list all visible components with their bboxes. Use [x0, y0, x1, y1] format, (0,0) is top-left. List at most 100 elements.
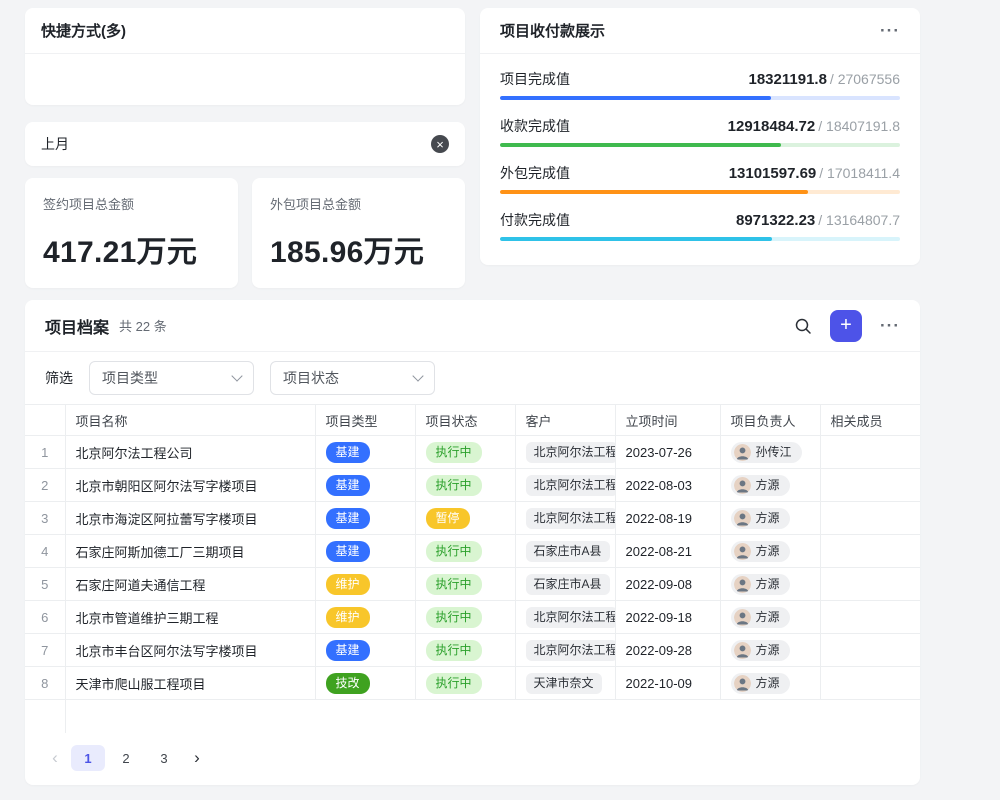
project-status-cell[interactable]: 执行中 — [415, 634, 515, 667]
shortcut-title: 快捷方式(多) — [41, 20, 126, 41]
page-button[interactable]: 2 — [109, 745, 143, 771]
payment-item: 收款完成值 12918484.72/ 18407191.8 — [500, 116, 900, 147]
avatar — [734, 576, 751, 593]
payment-item-label: 外包完成值 — [500, 163, 570, 183]
page-button[interactable]: 1 — [71, 745, 105, 771]
project-type-cell[interactable]: 技改 — [315, 667, 415, 700]
column-header[interactable]: 项目名称 — [65, 405, 315, 436]
customer-cell[interactable]: 北京阿尔法工程 — [515, 436, 615, 469]
start-date-cell[interactable]: 2022-10-09 — [615, 667, 720, 700]
customer-cell[interactable]: 天津市奈文 — [515, 667, 615, 700]
next-page-button[interactable]: › — [185, 745, 209, 771]
project-status-cell[interactable]: 执行中 — [415, 667, 515, 700]
column-header[interactable]: 项目负责人 — [720, 405, 820, 436]
table-row: 8天津市爬山服工程项目技改执行中天津市奈文 2022-10-09方源 — [25, 667, 920, 700]
project-lead-cell[interactable]: 方源 — [720, 667, 820, 700]
empty-cell — [65, 700, 920, 733]
customer-cell[interactable]: 北京阿尔法工程 — [515, 601, 615, 634]
project-type-dropdown[interactable]: 项目类型 — [89, 361, 254, 395]
column-header[interactable]: 客户 — [515, 405, 615, 436]
customer-cell[interactable]: 石家庄市A县 — [515, 535, 615, 568]
project-status-cell[interactable]: 执行中 — [415, 601, 515, 634]
close-icon: × — [436, 138, 444, 151]
project-lead-cell[interactable]: 方源 — [720, 469, 820, 502]
page-button[interactable]: 3 — [147, 745, 181, 771]
project-status-badge: 执行中 — [426, 607, 482, 628]
customer-cell[interactable]: 石家庄市A县 — [515, 568, 615, 601]
start-date-cell[interactable]: 2022-09-18 — [615, 601, 720, 634]
project-status-cell[interactable]: 执行中 — [415, 469, 515, 502]
project-type-badge: 维护 — [326, 607, 370, 628]
start-date-cell[interactable]: 2023-07-26 — [615, 436, 720, 469]
more-icon[interactable]: ··· — [880, 22, 900, 39]
project-status-cell[interactable]: 执行中 — [415, 436, 515, 469]
project-name-cell[interactable]: 北京市管道维护三期工程 — [65, 601, 315, 634]
project-type-cell[interactable]: 维护 — [315, 601, 415, 634]
related-members-cell[interactable] — [820, 601, 920, 634]
related-members-cell[interactable] — [820, 634, 920, 667]
project-lead-cell[interactable]: 孙传江 — [720, 436, 820, 469]
metric-label: 签约项目总金额 — [43, 194, 220, 213]
table-row: 1北京阿尔法工程公司基建执行中北京阿尔法工程2023-07-26孙传江 — [25, 436, 920, 469]
project-lead-cell[interactable]: 方源 — [720, 568, 820, 601]
project-name-cell[interactable]: 石家庄阿斯加德工厂三期项目 — [65, 535, 315, 568]
start-date-cell[interactable]: 2022-09-28 — [615, 634, 720, 667]
project-name-cell[interactable]: 北京市海淀区阿拉蕾写字楼项目 — [65, 502, 315, 535]
project-lead-cell[interactable]: 方源 — [720, 502, 820, 535]
project-status-cell[interactable]: 执行中 — [415, 568, 515, 601]
column-header[interactable]: 项目类型 — [315, 405, 415, 436]
project-type-cell[interactable]: 维护 — [315, 568, 415, 601]
customer-tag: 北京阿尔法工程 — [526, 607, 616, 628]
start-date-cell[interactable]: 2022-08-19 — [615, 502, 720, 535]
project-status-cell[interactable]: 暂停 — [415, 502, 515, 535]
metric-label: 外包项目总金额 — [270, 194, 447, 213]
project-lead-cell[interactable]: 方源 — [720, 601, 820, 634]
project-status-dropdown[interactable]: 项目状态 — [270, 361, 435, 395]
project-type-cell[interactable]: 基建 — [315, 535, 415, 568]
project-type-cell[interactable]: 基建 — [315, 469, 415, 502]
row-index-cell: 8 — [25, 667, 65, 700]
payment-item: 付款完成值 8971322.23/ 13164807.7 — [500, 210, 900, 241]
customer-cell[interactable]: 北京阿尔法工程 — [515, 502, 615, 535]
start-date-cell[interactable]: 2022-08-03 — [615, 469, 720, 502]
related-members-cell[interactable] — [820, 667, 920, 700]
project-name-cell[interactable]: 北京市朝阳区阿尔法写字楼项目 — [65, 469, 315, 502]
archive-table: 项目名称 项目类型 项目状态 客户 立项时间 项目负责人 相关成员 1北京阿尔法… — [25, 404, 920, 733]
column-header[interactable]: 项目状态 — [415, 405, 515, 436]
related-members-cell[interactable] — [820, 502, 920, 535]
payment-item: 外包完成值 13101597.69/ 17018411.4 — [500, 163, 900, 194]
customer-tag: 天津市奈文 — [526, 673, 602, 694]
column-header[interactable]: 相关成员 — [820, 405, 920, 436]
project-name-cell[interactable]: 北京市丰台区阿尔法写字楼项目 — [65, 634, 315, 667]
project-name-cell[interactable]: 天津市爬山服工程项目 — [65, 667, 315, 700]
payment-item-value: 18321191.8 — [749, 71, 827, 88]
column-header[interactable]: 立项时间 — [615, 405, 720, 436]
more-icon[interactable]: ··· — [880, 317, 900, 334]
start-date-cell[interactable]: 2022-08-21 — [615, 535, 720, 568]
customer-cell[interactable]: 北京阿尔法工程 — [515, 634, 615, 667]
project-name-cell[interactable]: 北京阿尔法工程公司 — [65, 436, 315, 469]
project-status-cell[interactable]: 执行中 — [415, 535, 515, 568]
project-lead-cell[interactable]: 方源 — [720, 535, 820, 568]
project-type-cell[interactable]: 基建 — [315, 502, 415, 535]
related-members-cell[interactable] — [820, 469, 920, 502]
progress-fill — [500, 96, 771, 100]
project-archive-card: 项目档案 共 22 条 + ··· 筛选 项目类型 — [25, 300, 920, 785]
date-filter-chip[interactable]: 上月 × — [25, 122, 465, 166]
add-record-button[interactable]: + — [830, 310, 862, 342]
previous-page-button[interactable]: ‹ — [43, 745, 67, 771]
related-members-cell[interactable] — [820, 535, 920, 568]
search-button[interactable] — [794, 317, 812, 335]
clear-filter-button[interactable]: × — [431, 135, 449, 153]
customer-cell[interactable]: 北京阿尔法工程 — [515, 469, 615, 502]
row-index-cell: 3 — [25, 502, 65, 535]
project-type-cell[interactable]: 基建 — [315, 436, 415, 469]
related-members-cell[interactable] — [820, 568, 920, 601]
start-date-cell[interactable]: 2022-09-08 — [615, 568, 720, 601]
project-status-badge: 执行中 — [426, 541, 482, 562]
project-type-cell[interactable]: 基建 — [315, 634, 415, 667]
project-lead-cell[interactable]: 方源 — [720, 634, 820, 667]
related-members-cell[interactable] — [820, 436, 920, 469]
project-name-cell[interactable]: 石家庄阿道夫通信工程 — [65, 568, 315, 601]
progress-track — [500, 237, 900, 241]
